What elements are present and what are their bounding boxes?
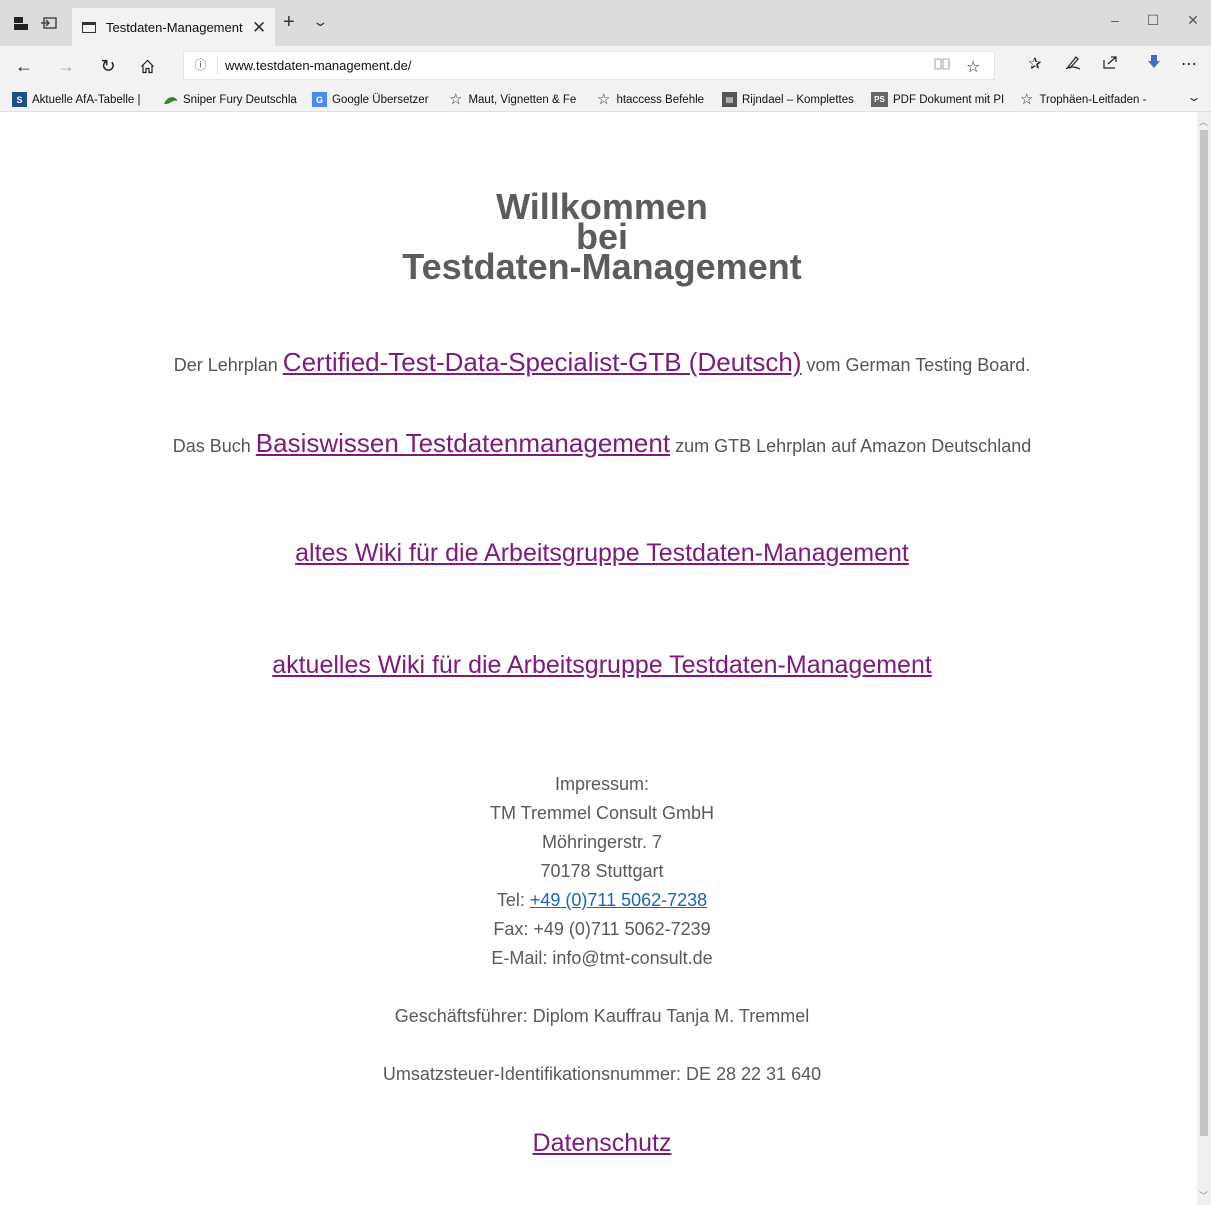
favorite-item[interactable]: ▤ Rijndael – Komplettes [722,91,859,108]
address-url: www.testdaten-management.de/ [225,58,412,73]
translate-icon: G [312,92,327,107]
impressum-email: E-Mail: info@tmt-consult.de [491,948,713,968]
page-icon [82,21,96,33]
star-icon: ☆ [1020,91,1034,108]
lehrplan-link[interactable]: Certified-Test-Data-Specialist-GTB (Deut… [283,347,802,377]
tab-title: Testdaten-Management [106,19,243,35]
address-bar[interactable]: ⓘ www.testdaten-management.de/ ☆ [183,51,995,80]
impressum-title: Impressum: [554,774,650,794]
gecko-icon [163,92,178,107]
favorite-label: Rijndael – Komplettes [742,93,854,106]
scroll-thumb[interactable] [1200,130,1208,1136]
close-tab-icon[interactable]: ✕ [252,19,266,36]
favorite-label: Sniper Fury Deutschla [183,93,297,106]
home-icon[interactable] [135,54,159,78]
navigation-bar: ← → ↻ ⓘ www.testdaten-management.de/ ☆ ✰… [0,46,1211,86]
favorite-item[interactable]: PS PDF Dokument mit PI [871,91,1014,108]
buch-suffix: zum GTB Lehrplan auf Amazon Deutschland [670,436,1032,456]
favorites-bar: S Aktuelle AfA-Tabelle | Sniper Fury Deu… [0,86,1211,112]
favorite-item[interactable]: ☆ htaccess Befehle [597,91,712,108]
favorite-label: Google Übersetzer [332,93,429,106]
close-window-icon[interactable]: ✕ [1183,12,1203,29]
star-icon: ☆ [597,91,611,108]
lehrplan-line: Der Lehrplan Certified-Test-Data-Special… [0,347,1204,378]
title-line: Testdaten-Management [402,246,802,287]
info-icon[interactable]: ⓘ [184,57,218,74]
favorite-item[interactable]: Sniper Fury Deutschla [163,91,316,108]
new-tab-button[interactable]: + [283,12,295,32]
impressum-block: Impressum: TM Tremmel Consult GmbH Möhri… [0,770,1204,1089]
page-content: Willkommen bei Testdaten-Management Der … [0,112,1197,1205]
more-icon[interactable]: ⋯ [1177,54,1201,74]
wiki-old-link[interactable]: altes Wiki für die Arbeitsgruppe Testdat… [295,539,909,567]
impressum-vat: Umsatzsteuer-Identifikationsnummer: DE 2… [382,1064,822,1084]
lehrplan-suffix: vom German Testing Board. [801,355,1031,375]
tab-active[interactable]: Testdaten-Management ✕ [72,8,275,46]
tab-strip: Testdaten-Management ✕ + ⌄ – ☐ ✕ [0,0,1211,46]
favorite-item[interactable]: ☆ Maut, Vignetten & Fe [449,91,589,108]
buch-prefix: Das Buch [172,436,256,456]
favorite-label: Maut, Vignetten & Fe [468,93,577,106]
tel-link[interactable]: +49 (0)711 5062-7238 [530,890,707,910]
maximize-icon[interactable]: ☐ [1143,12,1163,29]
chevron-down-icon[interactable]: ⌄ [312,14,328,30]
favorites-hub-icon[interactable]: ✰ [1023,54,1047,74]
impressum-tel-row: Tel: +49 (0)711 5062-7238 [0,886,1204,915]
favorite-label: Aktuelle AfA-Tabelle | [32,93,141,106]
refresh-icon[interactable]: ↻ [96,54,120,78]
extension-download-icon[interactable] [1142,54,1166,75]
book-icon: ▤ [722,92,737,107]
back-icon[interactable]: ← [12,54,36,78]
wiki-new-link[interactable]: aktuelles Wiki für die Arbeitsgruppe Tes… [272,651,932,679]
page-title: Willkommen bei Testdaten-Management [0,189,1204,285]
star-icon: ☆ [449,91,463,108]
impressum-ceo: Geschäftsführer: Diplom Kauffrau Tanja M… [394,1006,810,1026]
favorite-label: PDF Dokument mit PI [893,93,1005,106]
buch-link[interactable]: Basiswissen Testdatenmanagement [256,428,670,458]
buch-line: Das Buch Basiswissen Testdatenmanagement… [0,428,1204,459]
favorite-star-icon[interactable]: ☆ [966,57,980,77]
favorite-item[interactable]: G Google Übersetzer [312,91,437,108]
reading-view-icon[interactable] [934,57,950,76]
favorite-item[interactable]: ☆ Trophäen-Leitfaden - [1020,91,1162,108]
datenschutz-line: Datenschutz [0,1129,1204,1158]
favorite-label: htaccess Befehle [616,93,705,106]
scroll-down-icon[interactable]: ﹀ [1199,1189,1208,1202]
wiki-old-line: altes Wiki für die Arbeitsgruppe Testdat… [0,539,1204,568]
favorite-item[interactable]: S Aktuelle AfA-Tabelle | [12,91,154,108]
forward-icon[interactable]: → [54,54,78,78]
impressum-fax: Fax: +49 (0)711 5062-7239 [493,919,711,939]
tel-label: Tel: [496,890,530,910]
scroll-up-icon[interactable]: ︿ [1199,115,1208,128]
lehrplan-prefix: Der Lehrplan [173,355,283,375]
impressum-company: TM Tremmel Consult GmbH [489,803,715,823]
favorite-label: Trophäen-Leitfaden - [1039,93,1147,106]
ps-icon: PS [871,92,888,107]
impressum-city: 70178 Stuttgart [540,861,664,881]
share-icon[interactable] [1098,54,1122,75]
tabs-aside-icon[interactable] [38,12,60,34]
datenschutz-link[interactable]: Datenschutz [533,1129,672,1157]
web-note-icon[interactable] [1061,54,1085,75]
s-logo-icon: S [12,92,27,107]
chevron-down-icon[interactable]: ⌄ [1186,90,1201,104]
set-aside-tabs-icon[interactable] [10,12,32,34]
impressum-street: Möhringerstr. 7 [541,832,663,852]
wiki-new-line: aktuelles Wiki für die Arbeitsgruppe Tes… [0,651,1204,680]
scrollbar[interactable]: ︿ ﹀ [1197,112,1211,1205]
minimize-icon[interactable]: – [1105,12,1125,28]
